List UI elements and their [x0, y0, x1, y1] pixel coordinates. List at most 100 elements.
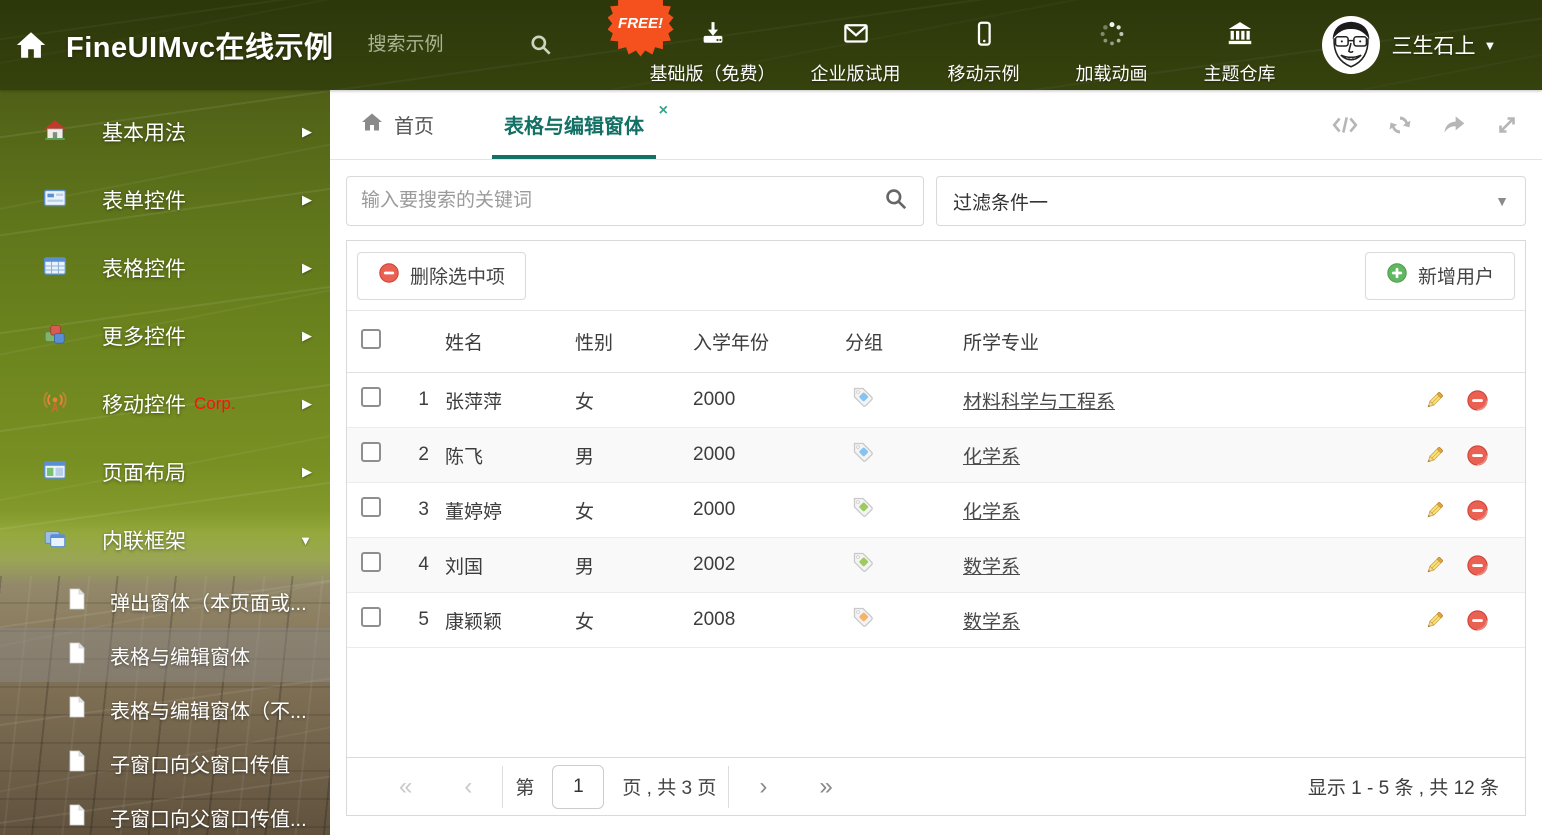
delete-icon[interactable] — [1466, 444, 1489, 467]
nav-item-loading-animation[interactable]: 加载动画 — [1064, 5, 1160, 86]
sidebar-item-mobile-controls[interactable]: 移动控件 Corp. ▶ — [0, 370, 330, 438]
page-prev-button[interactable]: ‹ — [438, 773, 498, 801]
row-checkbox[interactable] — [361, 387, 381, 407]
edit-icon[interactable] — [1423, 554, 1446, 577]
row-checkbox[interactable] — [361, 607, 381, 627]
nav-item-theme-repo[interactable]: 主题仓库 — [1192, 5, 1288, 86]
expand-icon[interactable] — [1494, 112, 1520, 138]
table-row: 1 张萍萍 女 2000 材料科学与工程系 — [347, 373, 1525, 428]
row-index: 5 — [418, 609, 429, 630]
tag-icon — [853, 607, 873, 627]
sidebar-submenu: 弹出窗体（本页面或... 表格与编辑窗体 表格与编辑窗体（不... 子窗口向父窗… — [0, 574, 330, 835]
sidebar-item-more-controls[interactable]: 更多控件 ▶ — [0, 302, 330, 370]
row-checkbox[interactable] — [361, 442, 381, 462]
sidebar-item-inline-frames[interactable]: 内联框架 ▼ — [0, 506, 330, 574]
refresh-icon[interactable] — [1386, 112, 1414, 138]
column-header-year[interactable]: 入学年份 — [693, 328, 845, 355]
sidebar-subitem[interactable]: 表格与编辑窗体 — [0, 628, 330, 682]
delete-icon[interactable] — [1466, 554, 1489, 577]
edit-icon[interactable] — [1423, 609, 1446, 632]
sidebar-item-grid-controls[interactable]: 表格控件 ▶ — [0, 234, 330, 302]
layout-icon — [42, 457, 68, 488]
major-link[interactable]: 化学系 — [963, 447, 1020, 468]
delete-icon[interactable] — [1466, 609, 1489, 632]
page-number-input[interactable] — [552, 764, 605, 809]
delete-icon[interactable] — [1466, 499, 1489, 522]
divider — [502, 765, 504, 808]
user-menu[interactable]: 三生石上 ▼ — [1321, 16, 1496, 74]
home-icon[interactable] — [14, 28, 48, 62]
major-link[interactable]: 数学系 — [963, 557, 1020, 578]
tab-toolbar — [1330, 90, 1520, 159]
add-user-button[interactable]: 新增用户 — [1364, 251, 1515, 300]
cell-gender: 男 — [575, 446, 595, 468]
nav-item-enterprise-trial[interactable]: 企业版试用 — [808, 5, 904, 86]
major-link[interactable]: 化学系 — [963, 502, 1020, 523]
select-all-checkbox[interactable] — [361, 328, 381, 349]
edit-icon[interactable] — [1423, 389, 1446, 412]
major-link[interactable]: 数学系 — [963, 612, 1020, 633]
tab-bar: 首页 表格与编辑窗体 × — [330, 90, 1542, 160]
source-code-icon[interactable] — [1330, 112, 1360, 138]
sidebar-item-label: 表格控件 — [102, 258, 186, 281]
column-header-gender[interactable]: 性别 — [575, 328, 693, 355]
sidebar-item-form-controls[interactable]: 表单控件 ▶ — [0, 166, 330, 234]
column-header-name[interactable]: 姓名 — [445, 328, 575, 355]
grid-search-input[interactable] — [361, 190, 883, 212]
cell-name: 康颖颖 — [445, 611, 503, 633]
grid-body: 1 张萍萍 女 2000 材料科学与工程系 2 陈飞 男 2000 化学系 3 … — [347, 373, 1525, 648]
row-checkbox[interactable] — [361, 497, 381, 517]
sidebar-item-label: 内联框架 — [102, 530, 186, 553]
file-icon — [66, 749, 88, 778]
column-header-major[interactable]: 所学专业 — [963, 328, 1409, 355]
page-next-button[interactable]: › — [733, 773, 793, 801]
cell-year: 2000 — [693, 444, 736, 465]
record-count-summary: 显示 1 - 5 条 , 共 12 条 — [1307, 778, 1499, 799]
edit-icon[interactable] — [1423, 499, 1446, 522]
column-header-group[interactable]: 分组 — [845, 328, 963, 355]
page-prefix-label: 第 — [515, 778, 535, 799]
row-actions — [1409, 444, 1525, 467]
row-index: 3 — [418, 499, 429, 520]
sidebar-subitem[interactable]: 子窗口向父窗口传值 — [0, 736, 330, 790]
nav-item-basic-edition[interactable]: FREE! 基础版（免费） — [607, 0, 776, 86]
cell-group — [845, 550, 963, 580]
sidebar-item-page-layout[interactable]: 页面布局 ▶ — [0, 438, 330, 506]
page-last-button[interactable]: » — [793, 773, 858, 801]
tab-label: 表格与编辑窗体 — [504, 116, 644, 138]
sidebar-item-basic-usage[interactable]: 基本用法 ▶ — [0, 98, 330, 166]
row-index: 4 — [418, 554, 429, 575]
caret-down-icon: ▼ — [299, 532, 312, 548]
sidebar-subitem[interactable]: 弹出窗体（本页面或... — [0, 574, 330, 628]
sidebar-item-label: 基本用法 — [102, 122, 186, 145]
cell-group — [845, 605, 963, 635]
major-link[interactable]: 材料科学与工程系 — [963, 392, 1115, 413]
chevron-right-icon: ▶ — [302, 396, 312, 411]
close-icon[interactable]: × — [659, 102, 668, 120]
row-checkbox[interactable] — [361, 552, 381, 572]
search-icon[interactable] — [883, 186, 909, 217]
share-icon[interactable] — [1440, 112, 1468, 138]
row-index: 2 — [418, 444, 429, 465]
tab-label: 首页 — [394, 116, 434, 138]
spinner-icon — [1097, 19, 1127, 54]
sidebar-nav: 基本用法 ▶ 表单控件 ▶ 表格控件 ▶ 更多控件 ▶ 移动控件 Corp. ▶… — [0, 90, 330, 835]
nav-item-mobile-demo[interactable]: 移动示例 — [936, 5, 1032, 86]
sidebar-subitem[interactable]: 表格与编辑窗体（不... — [0, 682, 330, 736]
sidebar-subitem[interactable]: 子窗口向父窗口传值... — [0, 790, 330, 835]
tab-grid-edit-window[interactable]: 表格与编辑窗体 × — [492, 90, 668, 159]
tag-icon — [853, 387, 873, 407]
edit-icon[interactable] — [1423, 444, 1446, 467]
divider — [728, 765, 730, 808]
chevron-right-icon: ▶ — [302, 328, 312, 343]
filter-dropdown[interactable]: 过滤条件一 ▼ — [936, 176, 1526, 226]
search-icon[interactable] — [528, 32, 554, 58]
page-first-button[interactable]: « — [373, 773, 438, 801]
home-gray-icon — [360, 110, 384, 139]
tab-home[interactable]: 首页 — [360, 90, 434, 159]
delete-icon[interactable] — [1466, 389, 1489, 412]
delete-selected-button[interactable]: 删除选中项 — [357, 251, 527, 300]
header-search-input[interactable] — [367, 34, 520, 56]
chevron-right-icon: ▶ — [302, 260, 312, 275]
envelope-icon — [841, 19, 871, 54]
